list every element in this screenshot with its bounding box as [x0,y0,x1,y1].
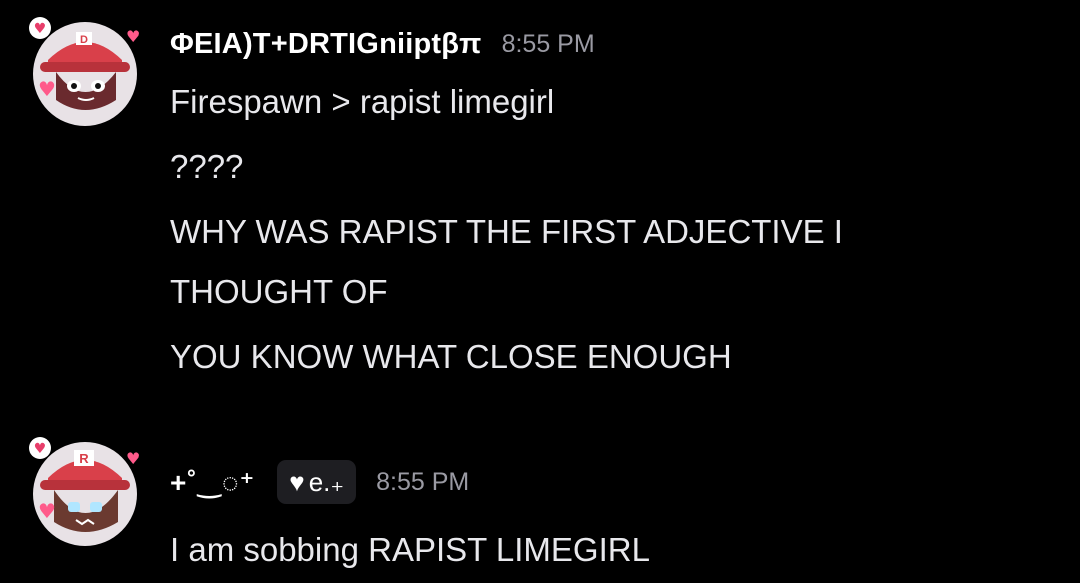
message-text[interactable]: Firespawn > rapist limegirl [170,82,554,122]
server-tag-label: e.₊ [308,466,345,497]
avatar[interactable]: D ♥ ♥ ♥ [26,12,144,130]
message-text[interactable]: ???? [170,147,243,187]
heart-icon: ♥ [289,466,305,497]
svg-text:♥: ♥ [38,77,56,101]
timestamp: 8:55 PM [376,467,470,496]
timestamp: 8:55 PM [501,30,595,58]
message-header: +˚‿◌⁺ ♥ e.₊ 8:55 PM [170,460,469,504]
svg-text:♥: ♥ [34,441,47,457]
server-tag[interactable]: ♥ e.₊ [277,460,357,504]
avatar-image: R ♥ ♥ ♥ [29,437,140,546]
hat-letter: R [79,451,89,466]
message-header: ΦEIA)T+DRTIGniiptβπ 8:55 PM [170,28,595,61]
svg-text:♥: ♥ [38,499,56,523]
avatar[interactable]: R ♥ ♥ ♥ [26,432,144,550]
chat-view: D ♥ ♥ ♥ ΦEIA)T+DRTIGniiptβπ 8:55 PM Fire… [0,0,1080,583]
message-group: D ♥ ♥ ♥ ΦEIA)T+DRTIGniiptβπ 8:55 PM Fire… [0,0,1080,400]
message-text[interactable]: WHY WAS RAPIST THE FIRST ADJECTIVE I [170,212,843,252]
svg-text:♥: ♥ [126,449,140,468]
message-group: R ♥ ♥ ♥ +˚‿◌⁺ ♥ e.₊ 8:55 PM I am sobbing… [0,420,1080,583]
username[interactable]: ΦEIA)T+DRTIGniiptβπ [170,28,482,61]
hat-letter: D [80,34,88,46]
message-text[interactable]: YOU KNOW WHAT CLOSE ENOUGH [170,337,732,377]
message-text[interactable]: I am sobbing RAPIST LIMEGIRL [170,530,650,570]
svg-text:♥: ♥ [126,27,140,46]
svg-text:♥: ♥ [34,21,47,37]
avatar-image: D ♥ ♥ ♥ [29,17,140,126]
message-text[interactable]: THOUGHT OF [170,272,388,312]
username[interactable]: +˚‿◌⁺ [170,466,255,499]
